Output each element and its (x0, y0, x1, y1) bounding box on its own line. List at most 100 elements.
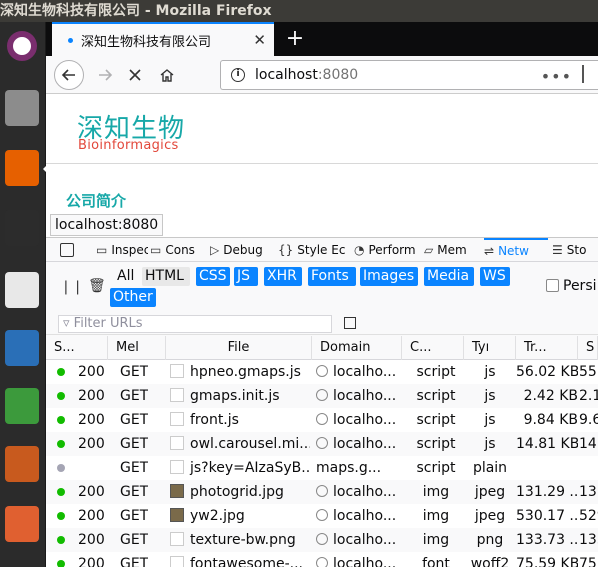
filter-urls-input[interactable]: ▿ Filter URLs (58, 315, 332, 333)
request-row[interactable]: 200 GET gmaps.init.js localho... script js 2.4… (46, 384, 598, 408)
trash-icon[interactable]: 🗑 (88, 278, 106, 294)
request-row[interactable]: 200 GET texture-bw.png localho... img png 133.… (46, 528, 598, 552)
request-file: photogrid.jpg (170, 480, 310, 504)
status-dot-icon (57, 368, 65, 376)
element-picker-icon[interactable] (60, 243, 74, 257)
request-row[interactable]: 200 GET yw2.jpg localho... img jpeg 530.17 ...… (46, 504, 598, 528)
launcher-terminal[interactable] (2, 206, 42, 250)
request-row[interactable]: 200 GET front.js localho... script js 9.84 KB 9… (46, 408, 598, 432)
loading-dot-icon (68, 37, 73, 43)
column-header-status[interactable]: S... (46, 336, 108, 360)
filter-options-icon[interactable] (344, 317, 356, 329)
request-domain: localho... (316, 480, 402, 504)
request-row[interactable]: 200 GET hpneo.gmaps.js localho... script js 56… (46, 360, 598, 384)
persist-logs-checkbox[interactable]: Persi (546, 278, 597, 294)
column-header-cause[interactable]: C... (402, 336, 464, 360)
back-button[interactable] (54, 60, 84, 90)
request-domain: localho... (316, 360, 402, 384)
tab-console[interactable]: ▭ Cons (150, 238, 208, 262)
launcher-calc[interactable] (2, 384, 42, 428)
request-row[interactable]: 200 GET fontawesome-... localho... font woff2… (46, 552, 598, 567)
filter-all-button[interactable]: All (114, 267, 140, 286)
filter-xhr-button[interactable]: XHR (264, 267, 302, 286)
tab-title: 深知生物科技有限公司 (81, 34, 212, 50)
filter-css-button[interactable]: CSS (196, 267, 230, 286)
request-status: 200 (78, 436, 105, 452)
request-type: plain (472, 460, 508, 476)
launcher-firefox[interactable] (2, 146, 48, 190)
request-row[interactable]: 200 GET photogrid.jpg localho... img jpeg 131.… (46, 480, 598, 504)
filter-fonts-button[interactable]: Fonts (308, 267, 356, 286)
logo-english[interactable]: Bioinformagics (78, 138, 179, 153)
tab-debugger-label: Debug (223, 243, 263, 257)
launcher-software-center[interactable] (2, 502, 42, 546)
filter-images-button[interactable]: Images (360, 267, 418, 286)
filter-media-button[interactable]: Media (424, 267, 474, 286)
forward-button[interactable] (90, 60, 120, 90)
request-status: 200 (78, 364, 105, 380)
launcher-impress[interactable] (2, 442, 42, 486)
tab-memory[interactable]: ▱ Mem (424, 238, 482, 262)
request-file-name: fontawesome-... (190, 556, 304, 567)
column-header-transferred[interactable]: Tr... (516, 336, 578, 360)
request-domain: localho... (316, 528, 402, 552)
page-actions-icon[interactable]: ••• (541, 67, 572, 86)
column-header-size[interactable]: S (578, 336, 598, 360)
ubuntu-launcher (0, 22, 48, 567)
request-file-name: owl.carousel.mi... (190, 436, 310, 452)
tab-storage[interactable]: ☰ Sto (552, 238, 598, 262)
file-icon (170, 532, 184, 546)
column-header-method[interactable]: Mel (108, 336, 166, 360)
globe-icon (316, 533, 328, 545)
column-header-file[interactable]: File (166, 336, 312, 360)
filter-bar: ▿ Filter URLs (46, 313, 598, 335)
storage-icon: ☰ (552, 243, 563, 257)
request-domain-name: localho... (333, 556, 397, 567)
request-status: 200 (78, 532, 105, 548)
request-row[interactable]: GET js?key=AIzaSyB... maps.g... script plain (46, 456, 598, 480)
globe-icon (316, 413, 328, 425)
tab-style-editor[interactable]: {} Style Ec (278, 238, 352, 262)
launcher-writer[interactable] (2, 326, 42, 370)
status-dot-icon (57, 536, 65, 544)
file-icon (170, 436, 184, 450)
tab-debugger[interactable]: ▷ Debug (210, 238, 276, 262)
launcher-ubuntu-dash[interactable] (2, 24, 42, 68)
column-header-type[interactable]: Tyı (464, 336, 516, 360)
request-cause: script (416, 436, 456, 452)
new-tab-button[interactable]: + (282, 26, 308, 52)
request-domain: localho... (316, 384, 402, 408)
request-row[interactable]: 200 GET owl.carousel.mi... localho... script… (46, 432, 598, 456)
launcher-text-editor[interactable] (2, 268, 42, 312)
filter-ws-button[interactable]: WS (480, 267, 510, 286)
request-method: GET (120, 484, 149, 500)
filter-js-button[interactable]: JS (234, 267, 258, 286)
pause-icon[interactable]: ❘❘ (60, 279, 83, 295)
site-info-icon[interactable]: i (231, 68, 245, 82)
launcher-files[interactable] (2, 86, 42, 130)
globe-icon (316, 509, 328, 521)
column-header-domain[interactable]: Domain (312, 336, 402, 360)
request-file: hpneo.gmaps.js (170, 360, 310, 384)
filter-html-button[interactable]: HTML (142, 267, 190, 286)
url-bar[interactable]: i localhost:8080 ••• (220, 60, 598, 90)
tab-storage-label: Sto (566, 243, 587, 257)
browser-tab[interactable]: 深知生物科技有限公司 ✕ (52, 22, 274, 56)
request-domain: maps.g... (316, 456, 402, 480)
tab-network[interactable]: ⇌ Netw (484, 238, 548, 262)
request-domain: localho... (316, 432, 402, 456)
request-file: texture-bw.png (170, 528, 310, 552)
file-icon (170, 364, 184, 378)
url-port: :8080 (317, 67, 359, 83)
stop-button[interactable] (120, 60, 150, 90)
filter-other-button[interactable]: Other (110, 288, 156, 307)
request-domain-name: localho... (333, 532, 397, 548)
home-button[interactable] (152, 60, 182, 90)
tab-performance[interactable]: ◔ Perform (354, 238, 422, 262)
request-domain-name: localho... (333, 508, 397, 524)
sidebar-icon[interactable] (582, 65, 594, 83)
request-type: js (484, 436, 496, 452)
request-file-name: front.js (190, 412, 239, 428)
tab-inspector[interactable]: ▭ Inspec (96, 238, 148, 262)
close-tab-icon[interactable]: ✕ (253, 31, 266, 49)
